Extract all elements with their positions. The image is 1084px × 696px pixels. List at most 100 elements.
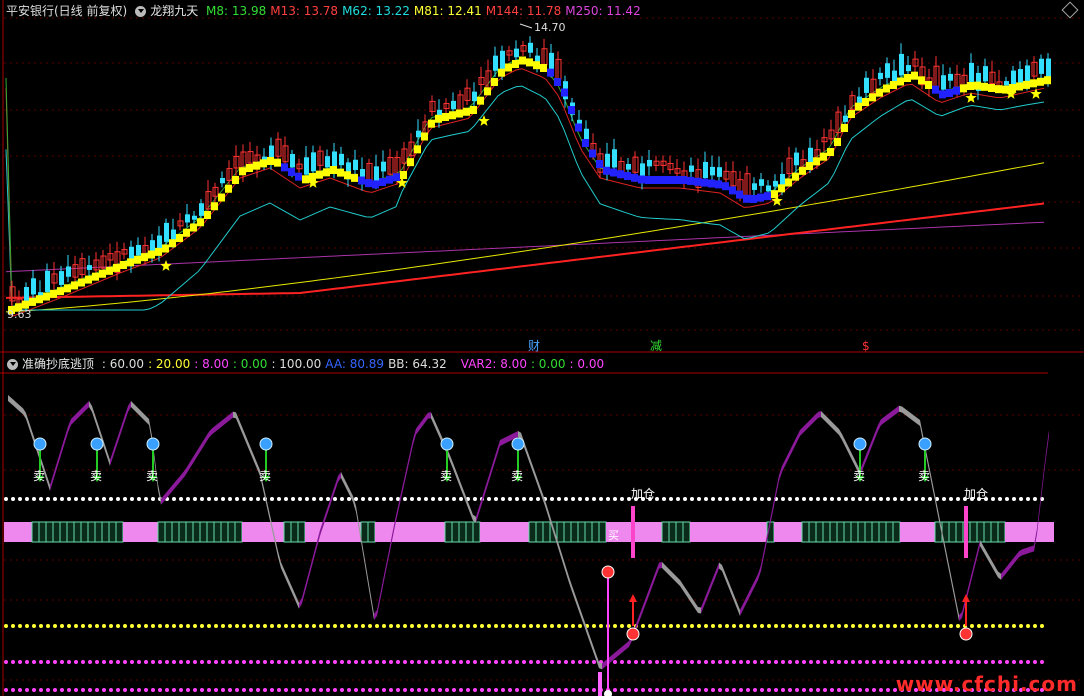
oscillator-segment [305,575,308,593]
level-20-dots [837,624,841,628]
candle-body [948,73,953,81]
level-0-dots [830,688,834,692]
candle-body [808,147,813,164]
event-marker-1: 减 [650,339,662,353]
oscillator-segment [218,421,221,430]
oscillator-segment [728,580,731,594]
level-20-dots [823,624,827,628]
level-100-dots [417,497,421,501]
level-0-dots [193,688,197,692]
level-0-dots [88,688,92,692]
add-position-label: 加仓 [631,487,655,501]
oscillator-segment [110,451,113,466]
level-8-dots [32,660,36,664]
level-20-dots [851,624,855,628]
level-100-dots [809,497,813,501]
oscillator-segment [1013,555,1016,565]
oscillator-segment [863,455,866,469]
oscillator-segment [467,499,470,513]
oscillator-segment [170,484,173,494]
oscillator-segment [62,436,65,452]
signal-band-cell [725,522,732,542]
oscillator-segment [233,411,236,419]
signal-band-cell [907,522,914,542]
level-20-dots [326,624,330,628]
level-100-dots [4,497,8,501]
level-8-dots [144,660,148,664]
signal-band-cell [661,521,670,543]
buy-star [160,260,172,271]
level-8-dots [130,660,134,664]
oscillator-segment [659,562,662,569]
trend-step [603,166,610,175]
candle-body [1025,65,1030,84]
oscillator-segment [20,405,23,415]
level-100-dots [991,497,995,501]
level-8-dots [494,660,498,664]
level-8-dots [830,660,834,664]
trend-step [757,193,764,202]
level-0-dots [102,688,106,692]
oscillator-segment [644,594,647,609]
trend-step [694,177,701,186]
signal-band-cell [101,521,110,543]
signal-band-cell [18,522,25,542]
level-20-dots [767,624,771,628]
trend-step [323,168,330,177]
trend-step [820,152,827,161]
oscillator-segment [191,455,194,467]
level-8-dots [473,660,477,664]
signal-band-cell [577,521,586,543]
level-100-dots [872,497,876,501]
oscillator-segment [1043,451,1046,484]
level-0-dots [515,688,519,692]
sub-indicator-menu-icon[interactable] [7,359,18,370]
signal-band-cell [192,521,201,543]
signal-band-cell [556,521,565,543]
oscillator-segment [875,425,878,439]
oscillator-segment [383,565,386,586]
signal-band-cell [431,522,438,542]
level-20-dots [319,624,323,628]
level-20-dots [977,624,981,628]
level-8-dots [284,660,288,664]
bottom-signal-dot [604,690,612,696]
level-8-dots [221,660,225,664]
level-8-dots [718,660,722,664]
oscillator-segment [881,417,884,426]
level-20-dots [970,624,974,628]
signal-band-cell [746,522,753,542]
level-8-dots [165,660,169,664]
oscillator-segment [872,432,875,446]
oscillator-segment [128,401,131,412]
oscillator-segment [122,415,125,430]
sub-value-6: BB: 64.32 [388,357,447,371]
level-20-dots [53,624,57,628]
sell-signal-icon [259,437,273,451]
oscillator-segment [725,572,728,586]
level-20-dots [620,624,624,628]
level-0-dots [368,688,372,692]
signal-band-cell [892,521,901,543]
signal-band-cell [410,522,417,542]
oscillator-segment [245,434,248,448]
level-8-dots [1005,660,1009,664]
signal-band-cell [850,521,859,543]
level-100-dots [25,497,29,501]
indicator-menu-icon[interactable] [135,6,147,17]
signal-band-cell [732,522,739,542]
level-0-dots [613,688,617,692]
level-100-dots [137,497,141,501]
oscillator-segment [242,426,245,440]
level-8-dots [1026,660,1030,664]
level-20-dots [130,624,134,628]
trend-step [932,85,939,94]
level-20-dots [165,624,169,628]
signal-band-cell [11,522,18,542]
level-20-dots [284,624,288,628]
oscillator-segment [845,440,848,452]
level-100-dots [459,497,463,501]
oscillator-segment [1004,566,1007,576]
price-chart[interactable]: 14.70 9.63 财 减 $ 买 卖 卖 卖 卖 卖 卖 卖 卖加仓 加仓 [0,0,1084,696]
oscillator-segment [818,411,821,418]
